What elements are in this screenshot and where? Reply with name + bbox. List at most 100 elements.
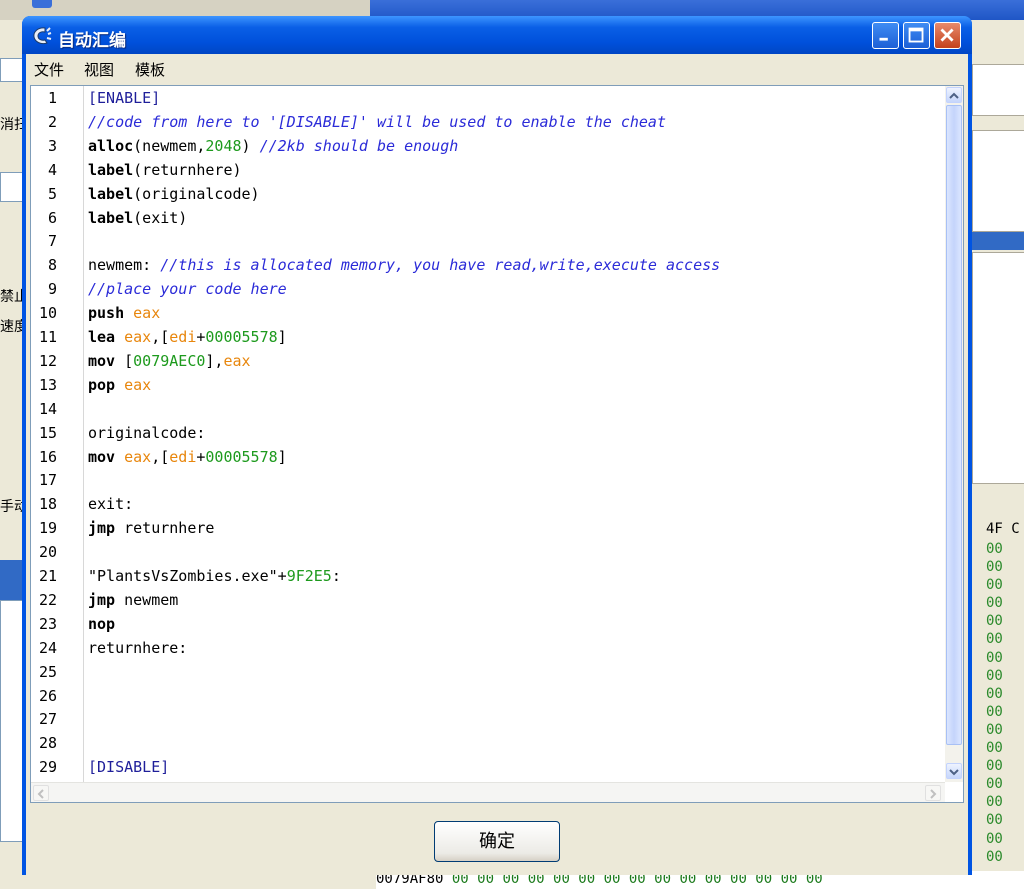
code-line[interactable]: exit: bbox=[88, 495, 133, 513]
code-line[interactable]: returnhere: bbox=[88, 639, 187, 657]
menu-bar: 文件 视图 模板 bbox=[26, 54, 968, 82]
code-token: eax bbox=[124, 447, 152, 466]
maximize-button[interactable] bbox=[903, 22, 930, 49]
line-number: 11 bbox=[38, 328, 57, 346]
code-line[interactable]: push eax bbox=[88, 304, 160, 322]
code-token: ] bbox=[277, 447, 287, 466]
code-line[interactable]: jmp returnhere bbox=[88, 519, 214, 537]
code-token: label bbox=[88, 208, 134, 227]
scroll-thumb[interactable] bbox=[946, 105, 962, 745]
line-number: 15 bbox=[38, 423, 57, 442]
code-token: jmp bbox=[88, 519, 125, 538]
ok-button[interactable]: 确定 bbox=[434, 821, 560, 862]
line-number: 2 bbox=[47, 112, 57, 131]
code-line[interactable]: mov eax,[edi+00005578] bbox=[88, 448, 287, 466]
hex-cell: 00 bbox=[986, 667, 1003, 684]
code-token: ,[ bbox=[151, 328, 170, 346]
line-number: 29 bbox=[38, 758, 57, 777]
line-number: 24 bbox=[38, 638, 57, 657]
hex-cell: 00 bbox=[986, 541, 1003, 557]
hex-cell: 00 bbox=[986, 685, 1003, 702]
line-number: 19 bbox=[38, 519, 57, 538]
code-token: edi bbox=[169, 447, 197, 466]
code-line[interactable]: label(returnhere) bbox=[88, 161, 242, 179]
line-number: 8 bbox=[47, 256, 57, 275]
code-token: returnhere bbox=[124, 519, 215, 538]
title-bar[interactable]: 自动汇编 bbox=[22, 16, 972, 54]
line-number: 13 bbox=[38, 375, 57, 394]
horizontal-scrollbar[interactable] bbox=[31, 782, 945, 802]
vertical-scrollbar[interactable] bbox=[945, 86, 963, 782]
code-token: newmem: bbox=[88, 256, 161, 275]
chevron-up-icon bbox=[949, 92, 959, 99]
background-button bbox=[32, 0, 52, 8]
hex-header: 4F C bbox=[986, 521, 1020, 537]
menu-file[interactable]: 文件 bbox=[34, 59, 64, 80]
background-selection bbox=[972, 232, 1024, 250]
close-icon bbox=[940, 28, 954, 42]
code-line[interactable]: alloc(newmem,2048) //2kb should be enoug… bbox=[88, 137, 458, 155]
code-token: newmem bbox=[124, 590, 179, 609]
line-number: 1 bbox=[47, 89, 57, 107]
line-number: 14 bbox=[38, 399, 57, 418]
line-number: 5 bbox=[47, 184, 57, 203]
menu-template[interactable]: 模板 bbox=[135, 59, 165, 80]
scroll-right-button[interactable] bbox=[925, 785, 941, 801]
line-number: 12 bbox=[38, 351, 57, 370]
line-number: 23 bbox=[38, 614, 57, 633]
code-token: 00005578 bbox=[205, 447, 278, 466]
code-token: ], bbox=[205, 351, 224, 370]
maximize-icon bbox=[908, 27, 924, 43]
code-editor[interactable]: 1 2 3 4 5 6 7 8 9 10 11 12 13 14 15 16 17 18 19 20 21 22 23 24 2… bbox=[30, 85, 964, 803]
code-line[interactable]: originalcode: bbox=[88, 424, 205, 442]
code-token: push bbox=[88, 304, 134, 323]
code-token: jmp bbox=[88, 590, 125, 609]
scroll-up-button[interactable] bbox=[946, 87, 962, 103]
hex-cell: 00 bbox=[986, 776, 1003, 793]
code-token: [ bbox=[124, 351, 134, 370]
code-line[interactable]: lea eax,[edi+00005578] bbox=[88, 328, 287, 346]
code-token: ] bbox=[277, 328, 287, 346]
menu-view[interactable]: 视图 bbox=[84, 59, 114, 80]
code-line[interactable]: "PlantsVsZombies.exe"+9F2E5: bbox=[88, 567, 341, 585]
line-number: 20 bbox=[38, 543, 57, 562]
chevron-right-icon bbox=[930, 789, 937, 799]
code-token: eax bbox=[124, 375, 152, 394]
scroll-down-button[interactable] bbox=[946, 763, 962, 779]
code-line[interactable]: mov [0079AEC0],eax bbox=[88, 352, 251, 370]
code-line[interactable]: [ENABLE] bbox=[88, 89, 160, 107]
code-token: originalcode: bbox=[88, 423, 206, 442]
hex-cell: 00 bbox=[986, 758, 1003, 775]
hex-cell: 00 bbox=[986, 631, 1003, 648]
code-line[interactable]: //place your code here bbox=[88, 280, 287, 298]
code-token: 2048 bbox=[205, 136, 242, 155]
auto-assemble-window: 自动汇编 文件 视图 模板 1 2 3 4 5 6 7 8 9 10 11 12 13 14 15 16 17 1… bbox=[22, 16, 972, 875]
code-area[interactable]: [ENABLE] //code from here to '[DISABLE]' … bbox=[83, 86, 943, 802]
code-line[interactable]: label(exit) bbox=[88, 209, 187, 227]
code-token: (originalcode) bbox=[133, 184, 260, 203]
line-number: 9 bbox=[47, 280, 57, 299]
code-token: mov bbox=[88, 447, 125, 466]
code-token: exit: bbox=[88, 495, 134, 514]
code-line[interactable]: jmp newmem bbox=[88, 591, 178, 609]
minimize-button[interactable] bbox=[872, 22, 899, 49]
code-line[interactable]: newmem: //this is allocated memory, you … bbox=[88, 256, 720, 274]
hex-cell: 00 bbox=[986, 830, 1003, 847]
code-line[interactable]: label(originalcode) bbox=[88, 185, 260, 203]
hex-cell: 00 bbox=[986, 740, 1003, 757]
hex-column: 00 00 00 00 00 00 00 00 00 00 00 00 00 00 00 00 00 00 bbox=[986, 540, 1003, 866]
code-line[interactable]: nop bbox=[88, 615, 115, 633]
close-button[interactable] bbox=[934, 22, 961, 49]
code-token: label bbox=[88, 160, 134, 179]
line-number: 4 bbox=[47, 160, 57, 179]
code-token: : bbox=[331, 567, 341, 585]
code-line[interactable]: [DISABLE] bbox=[88, 758, 169, 776]
code-line[interactable]: //code from here to '[DISABLE]' will be … bbox=[88, 113, 666, 131]
hex-cell: 00 bbox=[986, 595, 1003, 612]
hex-cell: 00 bbox=[986, 703, 1003, 720]
code-line[interactable]: pop eax bbox=[88, 376, 151, 394]
code-token: returnhere: bbox=[88, 638, 188, 657]
background-pane bbox=[972, 130, 1024, 232]
chevron-left-icon bbox=[37, 789, 44, 799]
scroll-left-button[interactable] bbox=[33, 785, 49, 801]
